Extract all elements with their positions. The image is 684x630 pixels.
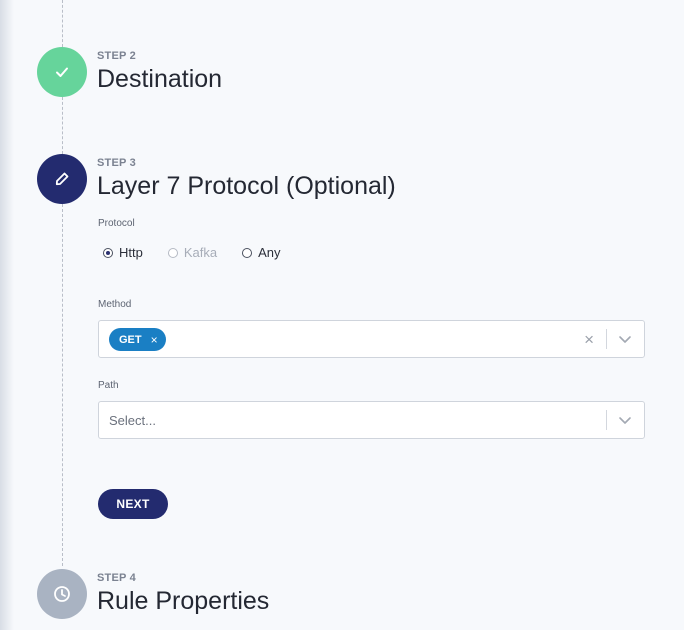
- sidebar-edge-shadow: [0, 0, 14, 630]
- radio-label: Any: [258, 245, 281, 260]
- chevron-down-icon[interactable]: [618, 413, 632, 432]
- protocol-radio-http[interactable]: Http: [103, 245, 143, 260]
- pencil-icon: [55, 172, 69, 186]
- step-2-label: STEP 2: [97, 50, 136, 62]
- step-4-title: Rule Properties: [97, 587, 270, 615]
- radio-indicator[interactable]: [242, 247, 253, 258]
- method-chip-get: GET ×: [109, 328, 166, 351]
- indicator-separator: [606, 410, 607, 430]
- step-2-status-circle: [37, 47, 87, 97]
- protocol-field-label: Protocol: [98, 218, 135, 229]
- next-button[interactable]: NEXT: [98, 489, 168, 519]
- step-connector: [62, 204, 63, 566]
- step-2-title[interactable]: Destination: [97, 65, 222, 94]
- method-field-label: Method: [98, 299, 132, 310]
- radio-indicator: [167, 247, 178, 258]
- protocol-radio-kafka: Kafka: [167, 245, 218, 260]
- path-select[interactable]: Select...: [98, 401, 645, 439]
- chip-label: GET: [119, 333, 142, 346]
- step-4-status-circle: [37, 569, 87, 619]
- step-3-label: STEP 3: [97, 157, 136, 169]
- wizard-page: STEP 2 Destination STEP 3 Layer 7 Protoc…: [0, 0, 684, 630]
- step-connector: [62, 0, 63, 47]
- clock-icon: [54, 586, 70, 602]
- path-select-placeholder: Select...: [109, 413, 156, 428]
- chip-remove-icon[interactable]: ×: [151, 333, 158, 347]
- check-icon: [56, 67, 68, 77]
- radio-label: Kafka: [183, 245, 218, 260]
- protocol-radio-group: Http Kafka Any: [103, 245, 306, 260]
- step-3-status-circle: [37, 154, 87, 204]
- step-connector: [62, 97, 63, 154]
- chevron-down-icon[interactable]: [618, 332, 632, 351]
- step-4-label: STEP 4: [97, 572, 136, 584]
- protocol-radio-any[interactable]: Any: [242, 245, 281, 260]
- method-multiselect[interactable]: GET × ×: [98, 320, 645, 358]
- radio-indicator[interactable]: [103, 247, 113, 258]
- step-3-title: Layer 7 Protocol (Optional): [97, 172, 396, 200]
- radio-label: Http: [119, 245, 143, 260]
- indicator-separator: [606, 329, 607, 349]
- path-field-label: Path: [98, 380, 119, 391]
- clear-selection-icon[interactable]: ×: [584, 330, 594, 350]
